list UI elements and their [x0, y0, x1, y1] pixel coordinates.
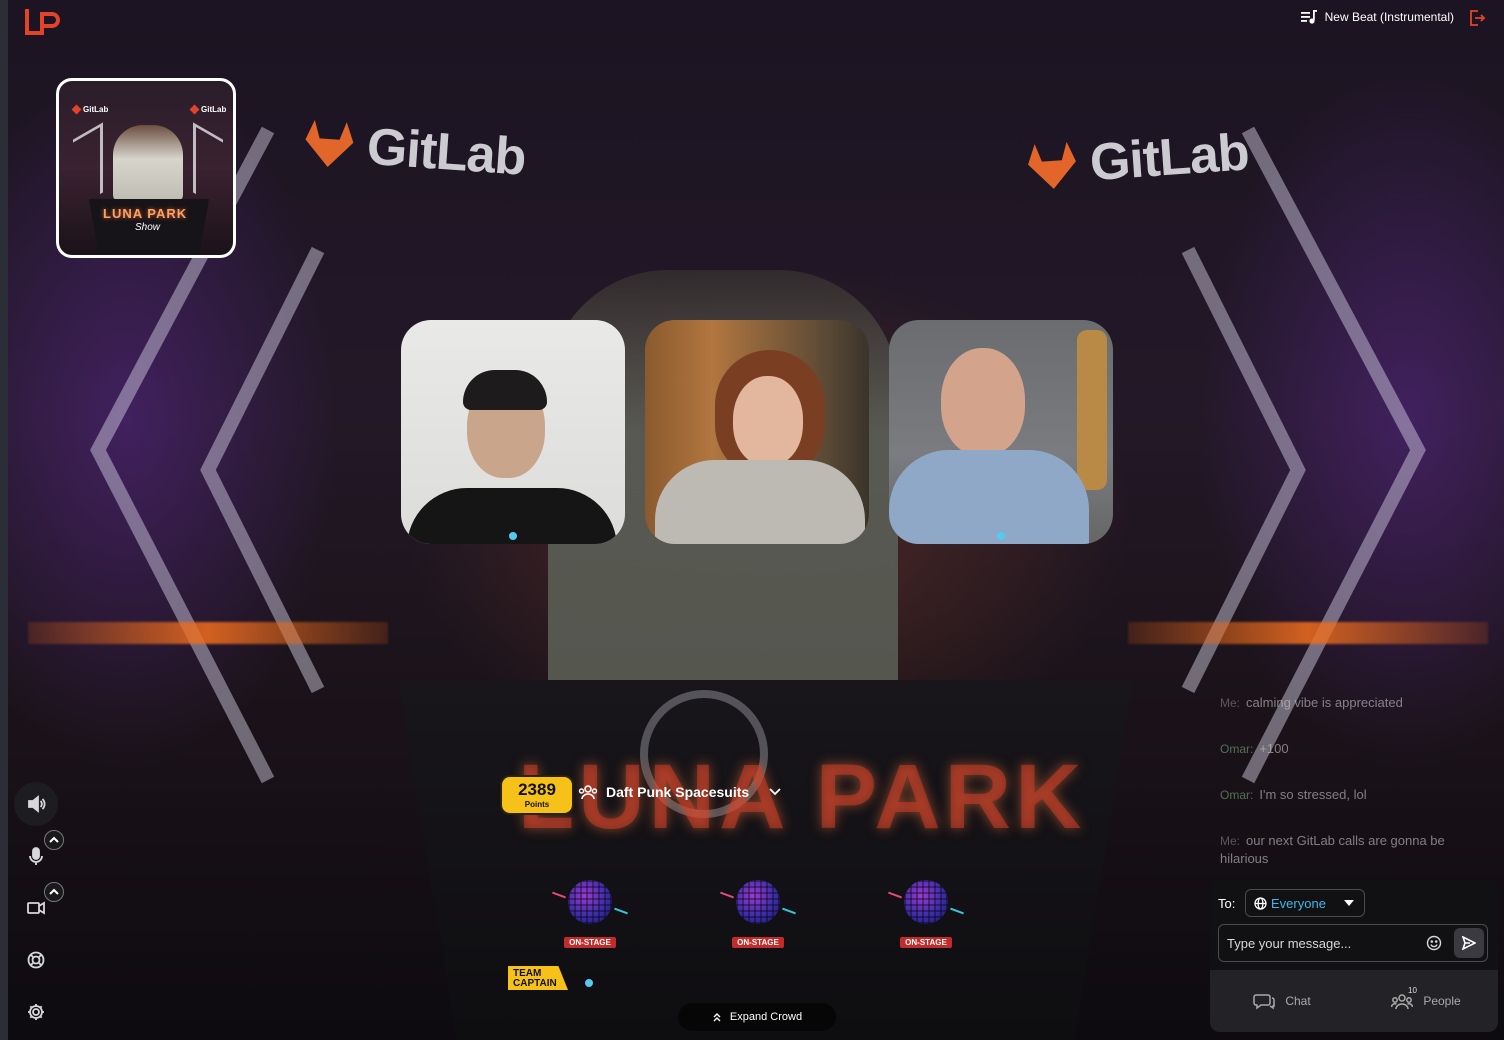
chat-message: Me: our next GitLab calls are gonna be hi… — [1220, 832, 1490, 868]
disco-ball-icon — [736, 880, 780, 924]
microphone-options-button[interactable] — [44, 830, 64, 850]
team-points-badge: 2389 Points — [500, 775, 574, 815]
participant-guitar — [1077, 330, 1107, 490]
chat-icon — [1253, 994, 1276, 1010]
tab-label: Chat — [1285, 994, 1311, 1008]
team-captain-badge: TEAM CAPTAIN — [508, 966, 568, 990]
preview-host — [113, 125, 183, 201]
team-selector[interactable]: Daft Punk Spacesuits — [578, 784, 781, 800]
on-stage-tag: ON-STAGE — [900, 937, 952, 948]
preview-chevron-right — [193, 122, 223, 210]
disco-ball-icon — [904, 880, 948, 924]
expand-crowd-button[interactable]: Expand Crowd — [678, 1003, 836, 1031]
globe-icon — [1254, 896, 1267, 910]
crowd-slot-1[interactable]: ON-STAGE — [552, 880, 628, 948]
speaker-button[interactable] — [14, 782, 58, 826]
speaking-indicator — [997, 532, 1005, 540]
crowd-slot-3[interactable]: ON-STAGE — [888, 880, 964, 948]
tab-label: People — [1423, 994, 1461, 1008]
stage-light-bar-left — [28, 622, 388, 644]
beat-label: New Beat (Instrumental) — [1324, 10, 1454, 24]
message-sender: Me: — [1220, 696, 1241, 710]
team-icon — [578, 785, 598, 800]
participant-video-2[interactable] — [645, 320, 869, 544]
participant-shirt — [655, 460, 865, 544]
gitlab-icon — [1028, 141, 1076, 189]
chat-message: Omar: +100 — [1220, 740, 1490, 758]
app-logo[interactable] — [24, 6, 60, 38]
message-text: our next GitLab calls are gonna be hilar… — [1220, 833, 1445, 866]
speaker-icon — [28, 795, 46, 813]
settings-icon — [28, 1004, 44, 1020]
chevron-up-icon — [49, 836, 59, 843]
backdrop-gitlab-logo-left: GitLab — [301, 112, 527, 187]
to-label: To: — [1218, 896, 1236, 911]
double-chevron-up-icon — [713, 1013, 721, 1022]
participant-shirt — [889, 450, 1089, 544]
message-text: calming vibe is appreciated — [1246, 695, 1403, 710]
preview-subtitle: Show — [135, 222, 161, 233]
stage-preview[interactable]: GitLab GitLab LUNA PARK Show — [56, 78, 236, 258]
settings-button[interactable] — [14, 990, 58, 1034]
message-sender: Omar: — [1220, 742, 1254, 756]
chat-message: Omar: I'm so stressed, lol — [1220, 786, 1490, 804]
chat-composer: To: Everyone — [1210, 880, 1498, 970]
tab-chat[interactable]: Chat — [1210, 970, 1354, 1032]
people-count-badge: 10 — [1408, 986, 1417, 995]
emoji-icon — [1426, 935, 1442, 951]
message-sender: Omar: — [1220, 788, 1254, 802]
music-playlist-icon — [1300, 10, 1317, 24]
points-label: Points — [524, 800, 550, 809]
participant-video-3[interactable] — [889, 320, 1113, 544]
preview-gitlab-logo-left: GitLab — [71, 104, 108, 115]
send-icon — [1462, 936, 1476, 950]
on-stage-tag: ON-STAGE — [732, 937, 784, 948]
on-stage-tag: ON-STAGE — [564, 937, 616, 948]
disco-ball-icon — [568, 880, 612, 924]
message-text: I'm so stressed, lol — [1259, 787, 1367, 802]
speaking-indicator — [509, 532, 517, 540]
help-icon — [27, 951, 45, 969]
message-input[interactable] — [1218, 924, 1488, 962]
preview-gitlab-logo-right: GitLab — [189, 104, 226, 115]
chevron-up-icon — [49, 888, 59, 895]
participant-face — [733, 376, 803, 466]
send-button[interactable] — [1454, 928, 1484, 958]
camera-icon — [27, 901, 45, 915]
participant-video-1[interactable] — [401, 320, 625, 544]
recipient-dropdown[interactable]: Everyone — [1245, 889, 1365, 917]
tab-people[interactable]: 10 People — [1354, 970, 1498, 1032]
stage-light-bar-right — [1128, 622, 1488, 644]
preview-chevron-left — [73, 122, 103, 210]
crowd-slot-2[interactable]: ON-STAGE — [720, 880, 796, 948]
sidebar-tabs: Chat 10 People — [1210, 970, 1498, 1032]
message-text: +100 — [1259, 741, 1289, 756]
participant-face — [941, 348, 1025, 456]
now-playing-beat[interactable]: New Beat (Instrumental) — [1300, 10, 1454, 24]
gitlab-icon — [305, 119, 354, 167]
team-name: Daft Punk Spacesuits — [606, 784, 750, 800]
help-button[interactable] — [14, 938, 58, 982]
camera-options-button[interactable] — [44, 882, 64, 902]
captain-status-dot — [585, 979, 593, 987]
participant-hair — [463, 370, 547, 410]
chevron-down-icon — [769, 788, 781, 796]
message-sender: Me: — [1220, 834, 1241, 848]
preview-title: LUNA PARK — [103, 206, 188, 221]
caret-down-icon — [1344, 900, 1354, 906]
emoji-button[interactable] — [1426, 935, 1442, 951]
microphone-icon — [29, 847, 43, 865]
exit-icon[interactable] — [1468, 9, 1486, 27]
recipient-value: Everyone — [1271, 895, 1326, 911]
window-edge — [0, 0, 8, 1040]
points-value: 2389 — [518, 780, 556, 799]
chat-message: Me: calming vibe is appreciated — [1220, 694, 1490, 712]
